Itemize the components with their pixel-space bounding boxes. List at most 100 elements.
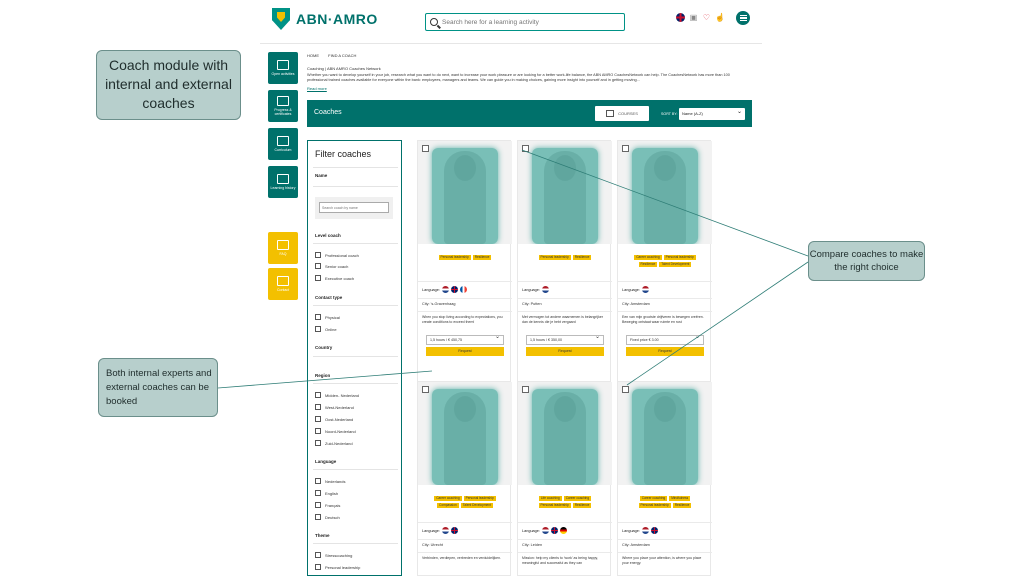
compare-checkbox[interactable] <box>622 386 629 393</box>
checkbox[interactable] <box>315 404 321 410</box>
hamburger-menu-icon[interactable] <box>736 11 750 25</box>
request-button[interactable]: Request <box>426 347 504 356</box>
theme-tag: Career coaching <box>563 496 592 501</box>
checkbox[interactable] <box>315 252 321 258</box>
theme-tag: Life coaching <box>538 496 562 501</box>
compare-checkbox[interactable] <box>622 145 629 152</box>
divider <box>618 522 712 523</box>
coach-city: City: Amsterdam <box>622 302 650 306</box>
compare-checkbox[interactable] <box>522 145 529 152</box>
theme-label: Theme <box>315 533 330 538</box>
nav-label: Contact <box>276 288 290 292</box>
coach-name-input[interactable] <box>319 202 389 213</box>
language-row: Language: <box>622 527 658 534</box>
region-option[interactable]: Zuid-Nederland <box>315 440 353 446</box>
request-button[interactable]: Request <box>626 347 704 356</box>
option-label: West-Nederland <box>325 404 354 410</box>
chart-icon <box>277 96 289 106</box>
region-option[interactable]: Oost-Nederland <box>315 416 353 422</box>
session-price-dropdown[interactable]: 1,5 hours / € 450,75 <box>426 333 504 345</box>
coach-card[interactable]: Life coaching Career coaching Personal lea… <box>517 381 612 576</box>
checkbox[interactable] <box>315 502 321 508</box>
coach-photo <box>618 141 712 244</box>
clipboard-icon <box>277 136 289 146</box>
coach-card[interactable]: Career coaching Mindfulness Personal leade… <box>617 381 712 576</box>
language-option[interactable]: English <box>315 490 338 496</box>
level-option[interactable]: Senior coach <box>315 263 348 269</box>
option-label: Noord-Nederland <box>325 428 356 434</box>
option-label: Midden- Nederland <box>325 392 360 398</box>
checkbox[interactable] <box>315 326 321 332</box>
region-option[interactable]: West-Nederland <box>315 404 354 410</box>
coach-card[interactable]: Career coaching Personal leadership Compas… <box>417 381 512 576</box>
callout-coach-module: Coach module with internal and external … <box>96 50 241 120</box>
cart-icon[interactable]: ▣ <box>689 13 698 22</box>
region-option[interactable]: Midden- Nederland <box>315 392 359 398</box>
search-bar[interactable] <box>425 13 625 31</box>
session-price-dropdown[interactable]: Fixed price € 3.00 <box>626 333 704 345</box>
theme-option[interactable]: Stresscoaching <box>315 552 352 558</box>
nav-open-activities[interactable]: Open activities <box>268 52 298 84</box>
coach-card[interactable]: Personal leadership Resilience Language: Ci… <box>517 140 612 384</box>
nav-learning-history[interactable]: Learning history <box>268 166 298 198</box>
coach-city: City: Utrecht <box>422 543 443 547</box>
checkbox[interactable] <box>315 552 321 558</box>
contact-option[interactable]: Physical <box>315 314 340 320</box>
coach-description: Een van mijn grootste drijfveren is bewe… <box>622 315 704 324</box>
coach-card[interactable]: Career coaching Personal leadership Resili… <box>617 140 712 384</box>
request-button[interactable]: Request <box>526 347 604 356</box>
nav-curriculum[interactable]: Curriculum <box>268 128 298 160</box>
theme-tag: Career coaching <box>634 255 662 260</box>
coach-card[interactable]: Personal leadership Resilience Language: Ci… <box>417 140 512 384</box>
coach-photo <box>418 382 512 485</box>
sort-dropdown[interactable]: Name (A-Z) <box>679 106 745 120</box>
language-option[interactable]: Deutsch <box>315 514 340 520</box>
thumbs-up-icon[interactable]: ☝ <box>715 13 725 22</box>
language-option[interactable]: Nederlands <box>315 478 345 484</box>
divider <box>313 469 398 470</box>
breadcrumb: HOME FIND A COACH <box>307 53 364 58</box>
checkbox[interactable] <box>315 564 321 570</box>
language-flag-icon[interactable] <box>676 13 685 22</box>
compare-checkbox[interactable] <box>422 386 429 393</box>
theme-tag: Resilience <box>572 255 592 260</box>
checkbox[interactable] <box>315 416 321 422</box>
checkbox[interactable] <box>315 275 321 281</box>
nav-faq[interactable]: FAQ <box>268 232 298 264</box>
side-navigation: Open activities Progress & certificates … <box>268 52 298 300</box>
checkbox[interactable] <box>315 314 321 320</box>
checkbox[interactable] <box>315 428 321 434</box>
callout-compare-coaches: Compare coaches to make the right choice <box>808 241 925 281</box>
compare-checkbox[interactable] <box>422 145 429 152</box>
checkbox[interactable] <box>315 263 321 269</box>
nav-contact[interactable]: Contact <box>268 268 298 300</box>
abn-amro-logo[interactable]: ABN·AMRO <box>272 8 378 30</box>
heart-icon[interactable]: ♡ <box>702 13 711 22</box>
level-option[interactable]: Professional coach <box>315 252 359 258</box>
breadcrumb-current: FIND A COACH <box>328 53 357 58</box>
photo-overlay <box>532 389 598 485</box>
checkbox[interactable] <box>315 478 321 484</box>
read-more-link[interactable]: Read more <box>307 86 327 91</box>
region-option[interactable]: Noord-Nederland <box>315 428 356 434</box>
nav-progress-certificates[interactable]: Progress & certificates <box>268 90 298 122</box>
language-label: Language <box>315 459 337 464</box>
theme-option[interactable]: Personal leadership <box>315 564 360 570</box>
checkbox[interactable] <box>315 514 321 520</box>
option-label: Stresscoaching <box>325 552 353 558</box>
coach-photo <box>518 141 612 244</box>
checkbox[interactable] <box>315 392 321 398</box>
session-price-dropdown[interactable]: 1,5 hours / € 350,00 <box>526 333 604 345</box>
search-input[interactable] <box>442 18 612 26</box>
language-option[interactable]: Français <box>315 502 340 508</box>
checkbox[interactable] <box>315 440 321 446</box>
checkbox[interactable] <box>315 490 321 496</box>
contact-option[interactable]: Online <box>315 326 337 332</box>
theme-tag: Talent Development <box>659 262 692 267</box>
courses-button[interactable]: COURSES <box>595 106 649 121</box>
theme-tags: Career coaching Personal leadership Compas… <box>418 496 512 508</box>
level-option[interactable]: Executive coach <box>315 275 354 281</box>
breadcrumb-home[interactable]: HOME <box>307 53 319 58</box>
courses-label: COURSES <box>618 111 638 116</box>
compare-checkbox[interactable] <box>522 386 529 393</box>
